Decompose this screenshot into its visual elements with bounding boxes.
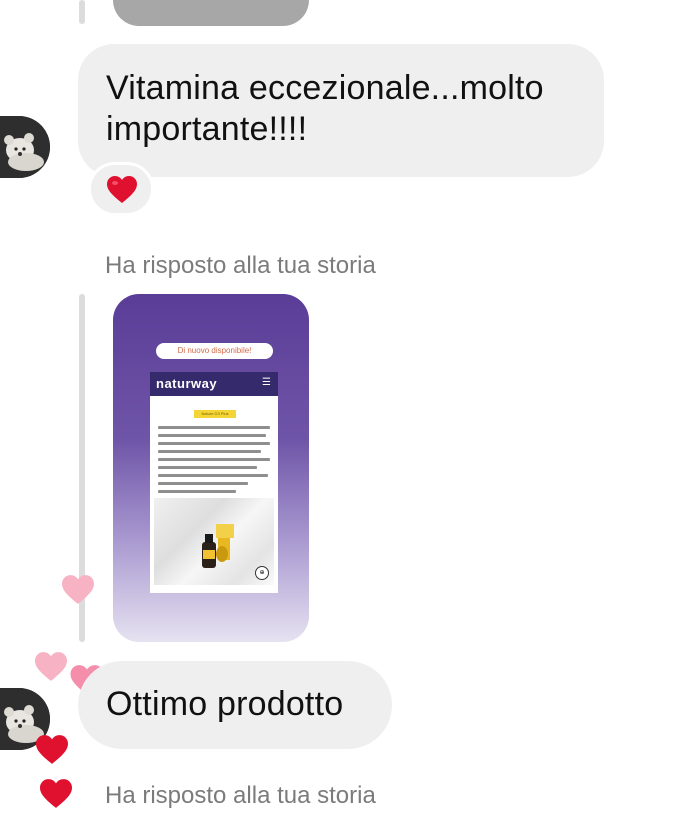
story-banner: Di nuovo disponibile! <box>156 343 273 359</box>
teddy-bear-avatar-icon <box>0 116 50 178</box>
reply-thread-line <box>79 0 85 24</box>
floating-heart-icon <box>36 735 68 764</box>
story-description-lines <box>158 426 270 498</box>
heart-reaction-icon <box>107 176 137 203</box>
story-reply-text: Ha risposto alla tua storia <box>105 782 376 809</box>
message-text: Vitamina eccezionale...molto importante!… <box>106 69 544 148</box>
message-bubble[interactable]: Vitamina eccezionale...molto importante!… <box>78 44 604 177</box>
story-reply-label: Ha risposto alla tua storia <box>105 252 376 280</box>
story-site-header: naturway ☰ <box>150 372 278 396</box>
story-product-tag: Nature D3 Plus <box>194 410 236 418</box>
story-logo: naturway <box>156 376 218 391</box>
message-bubble[interactable]: Ottimo prodotto <box>78 661 392 749</box>
floating-heart-icon <box>40 779 72 808</box>
story-product-tag-text: Nature D3 Plus <box>201 411 229 416</box>
story-reply-label: Ha risposto alla tua storia <box>105 782 376 810</box>
avatar[interactable] <box>0 116 50 178</box>
story-product-photo: ⊕ <box>154 498 274 585</box>
hamburger-icon: ☰ <box>262 377 271 388</box>
chat-thread: Vitamina eccezionale...molto importante!… <box>0 0 700 813</box>
story-page-content: Nature D3 Plus ⊕ <box>150 396 278 593</box>
story-banner-text: Di nuovo disponibile! <box>177 346 252 355</box>
floating-heart-icon <box>62 575 94 604</box>
previous-story-preview[interactable] <box>113 0 309 26</box>
message-text: Ottimo prodotto <box>106 685 344 723</box>
reaction-badge[interactable] <box>88 162 154 216</box>
zoom-icon: ⊕ <box>255 566 269 580</box>
story-reply-text: Ha risposto alla tua storia <box>105 252 376 279</box>
story-preview[interactable]: Di nuovo disponibile! naturway ☰ Nature … <box>113 294 309 642</box>
floating-heart-icon <box>35 652 67 681</box>
